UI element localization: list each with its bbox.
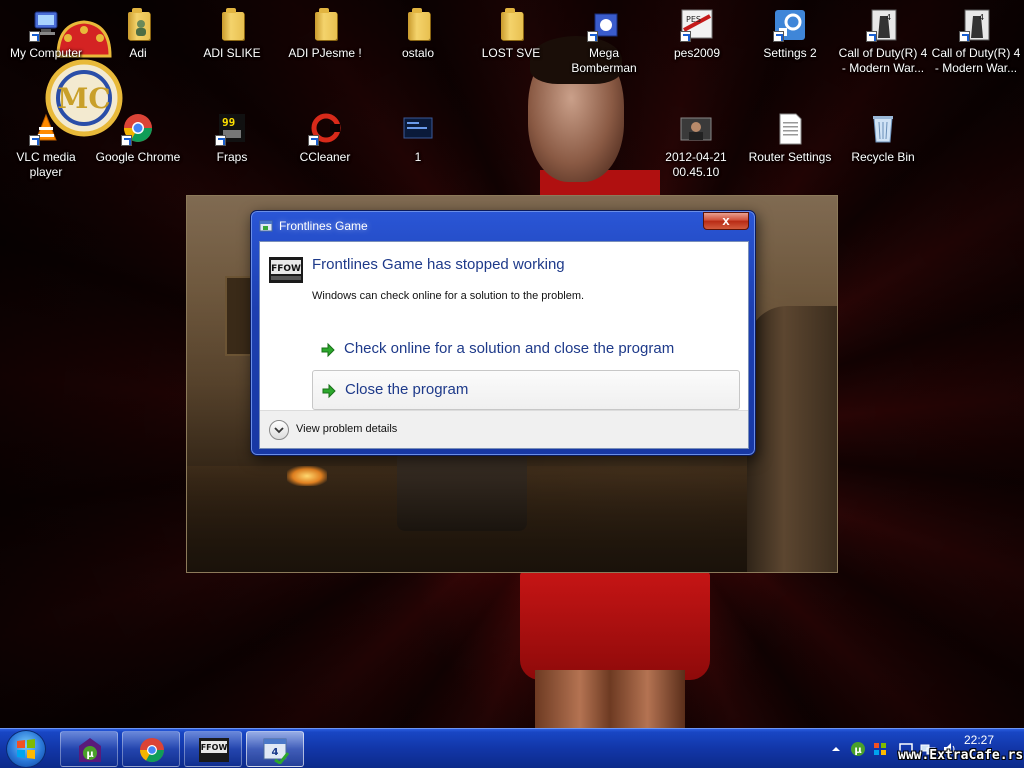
desktop-icon-my-computer[interactable]: My Computer: [0, 8, 92, 61]
taskbar-ffow[interactable]: FFOW: [184, 731, 242, 767]
clock[interactable]: 22:27: [964, 733, 994, 747]
dialog-subtext: Windows can check online for a solution …: [312, 290, 585, 302]
folder-icon: [494, 8, 528, 42]
app-window-icon: [259, 220, 273, 232]
svg-text:4: 4: [886, 13, 891, 22]
svg-text:MC: MC: [57, 82, 110, 115]
wallpaper-player-legs: [535, 670, 685, 728]
taskbar: µ FFOW 4 µ 22:27: [0, 728, 1024, 768]
screen-icon: [401, 112, 435, 146]
cod-icon: 4: [866, 8, 900, 42]
desktop-icon-fraps[interactable]: 99 Fraps: [186, 112, 278, 165]
utorrent-icon: µ: [79, 738, 101, 762]
green-arrow-icon: [322, 383, 336, 399]
windows-flag-icon[interactable]: [872, 741, 888, 757]
desktop-icon-adi-slike[interactable]: ADI SLIKE: [186, 8, 278, 61]
svg-text:FFOW: FFOW: [201, 743, 228, 752]
taskbar-utorrent[interactable]: µ: [60, 731, 118, 767]
fraps-icon: 99: [215, 112, 249, 146]
desktop-icon-lost-sve[interactable]: LOST SVE: [465, 8, 557, 61]
view-details-label[interactable]: View problem details: [296, 423, 397, 435]
svg-text:4: 4: [979, 13, 984, 22]
folder-icon: [215, 8, 249, 42]
desktop-icon-pes2009[interactable]: PES pes2009: [651, 8, 743, 61]
expand-details-button[interactable]: [269, 420, 289, 440]
svg-text:FFOW: FFOW: [271, 264, 301, 274]
check-online-label: Check online for a solution and close th…: [344, 340, 675, 357]
task-manager-icon: 4: [263, 738, 290, 764]
svg-text:µ: µ: [854, 745, 862, 756]
settings-icon: [773, 8, 807, 42]
desktop-icon-ccleaner[interactable]: CCleaner: [279, 112, 371, 165]
document-icon: [773, 112, 807, 146]
dialog-footer: View problem details: [260, 410, 748, 448]
game-explosion: [287, 466, 327, 486]
ffow-icon: FFOW: [199, 738, 229, 762]
chrome-icon: [121, 112, 155, 146]
desktop-icon-call-of-duty-1[interactable]: 4 Call of Duty(R) 4 - Modern War...: [837, 8, 929, 76]
svg-text:µ: µ: [86, 749, 94, 760]
close-program-label: Close the program: [345, 381, 469, 398]
ffow-app-icon: FFOW: [269, 257, 303, 283]
svg-text:99: 99: [222, 116, 235, 129]
desktop-icon-vlc[interactable]: VLC media player: [0, 112, 92, 180]
game-icon: [587, 8, 621, 42]
dialog-titlebar[interactable]: Frontlines Game x: [251, 211, 755, 239]
folder-icon: [401, 8, 435, 42]
desktop-icon-photo[interactable]: 2012-04-21 00.45.10: [650, 112, 742, 180]
chevron-down-icon: [274, 427, 284, 434]
start-button[interactable]: [6, 730, 46, 768]
chrome-icon: [139, 738, 165, 763]
computer-icon: [29, 8, 63, 42]
vlc-icon: [29, 112, 63, 146]
desktop-icon-mega-bomberman[interactable]: Mega Bomberman: [558, 8, 650, 76]
ccleaner-icon: [308, 112, 342, 146]
error-dialog: Frontlines Game x FFOW Frontlines Game h…: [250, 210, 756, 456]
close-program-option[interactable]: Close the program: [312, 370, 740, 410]
show-hidden-icons-icon[interactable]: [828, 741, 844, 757]
watermark: www.ExtraCafe.rs: [898, 748, 1024, 763]
desktop-icon-settings-2[interactable]: Settings 2: [744, 8, 836, 61]
taskbar-chrome[interactable]: [122, 731, 180, 767]
game-gun: [397, 451, 527, 531]
desktop-icon-ostalo[interactable]: ostalo: [372, 8, 464, 61]
dialog-body: FFOW Frontlines Game has stopped working…: [259, 241, 749, 449]
wallpaper-player-shorts: [520, 570, 710, 680]
utorrent-tray-icon[interactable]: µ: [850, 741, 866, 757]
windows-logo-icon: [17, 739, 35, 759]
pes-icon: PES: [680, 8, 714, 42]
game-soldier: [747, 306, 837, 572]
desktop-icon-router-settings[interactable]: Router Settings: [744, 112, 836, 165]
taskbar-error-reporting[interactable]: 4: [246, 731, 304, 767]
svg-text:4: 4: [272, 747, 279, 758]
check-online-option[interactable]: Check online for a solution and close th…: [312, 330, 740, 370]
desktop-icon-google-chrome[interactable]: Google Chrome: [92, 112, 184, 165]
desktop-icon-recycle-bin[interactable]: Recycle Bin: [837, 112, 929, 165]
desktop-icon-adi-pjesme[interactable]: ADI PJesme !: [279, 8, 371, 61]
user-folder-icon: [121, 8, 155, 42]
desktop-icon-call-of-duty-2[interactable]: 4 Call of Duty(R) 4 - Modern War...: [930, 8, 1022, 76]
desktop-icon-1[interactable]: 1: [372, 112, 464, 165]
recycle-bin-icon: [866, 112, 900, 146]
folder-icon: [308, 8, 342, 42]
photo-icon: [679, 112, 713, 146]
cod-icon: 4: [959, 8, 993, 42]
green-arrow-icon: [321, 342, 335, 358]
svg-text:PES: PES: [686, 15, 701, 24]
dialog-title: Frontlines Game: [279, 219, 368, 233]
close-button[interactable]: x: [703, 212, 749, 230]
desktop-icon-adi[interactable]: Adi: [92, 8, 184, 61]
dialog-heading: Frontlines Game has stopped working: [312, 256, 565, 273]
